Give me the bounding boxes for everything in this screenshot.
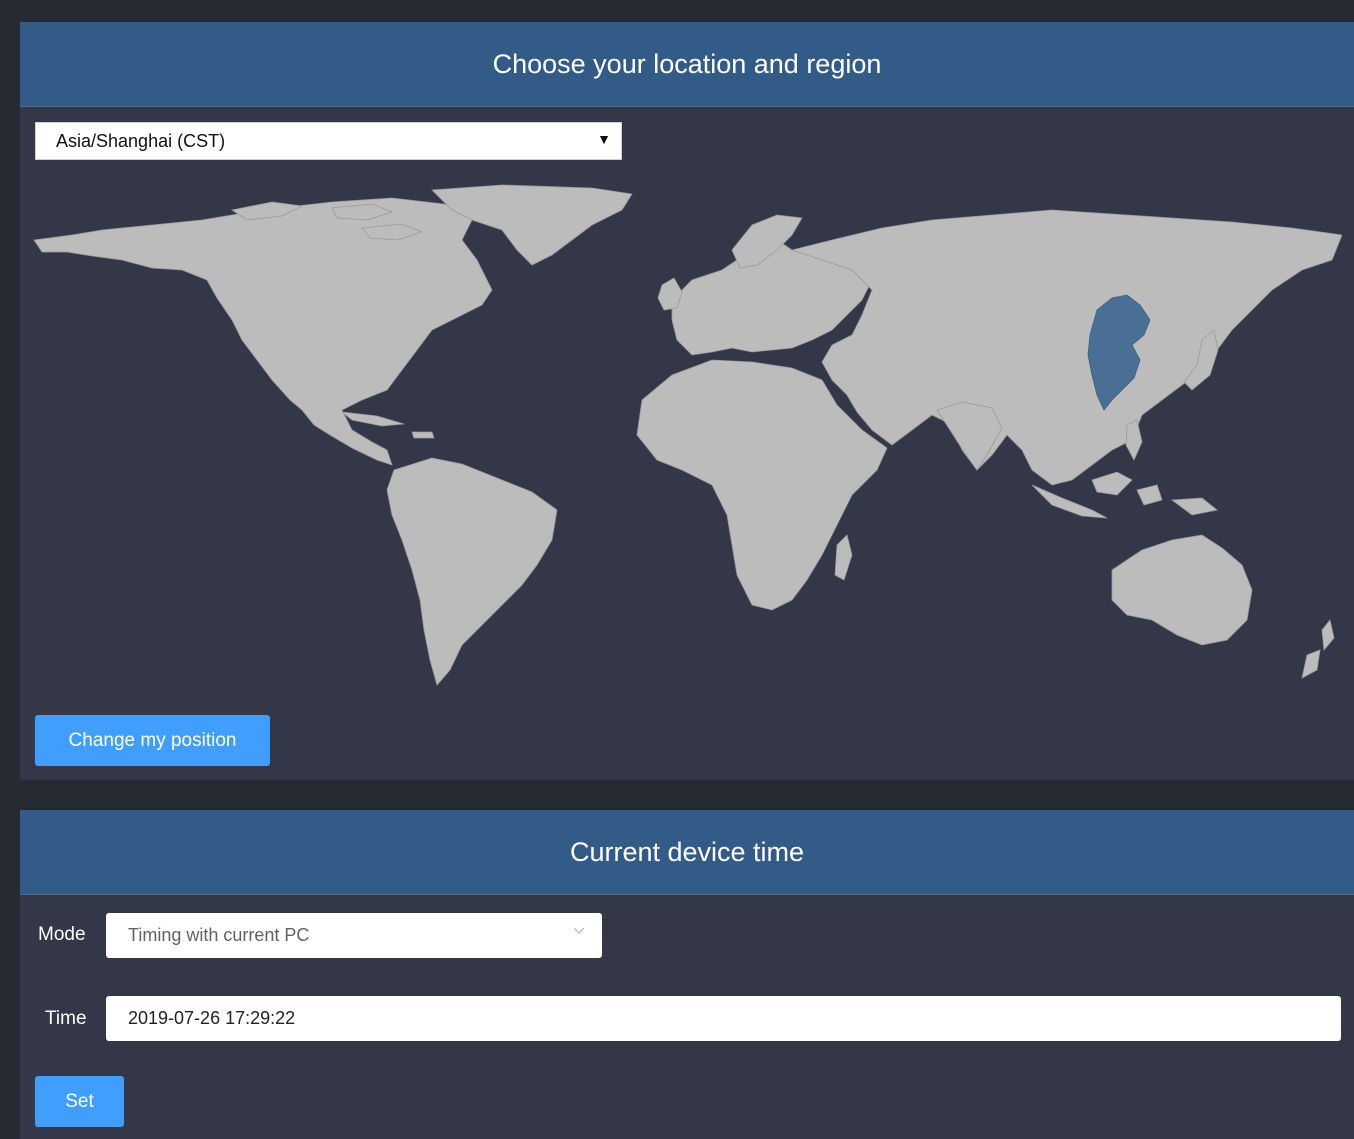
map-region-new-zealand xyxy=(1301,619,1335,679)
dropdown-arrow-icon: ▼ xyxy=(597,131,611,147)
time-panel-header: Current device time xyxy=(20,810,1354,895)
time-label: Time xyxy=(45,1008,87,1029)
world-map[interactable] xyxy=(32,180,1342,690)
time-input-value: 2019-07-26 17:29:22 xyxy=(128,1008,296,1028)
mode-select[interactable]: Timing with current PC xyxy=(106,913,602,958)
chevron-down-icon xyxy=(574,927,584,934)
time-input[interactable]: 2019-07-26 17:29:22 xyxy=(106,996,1341,1041)
map-region-australia xyxy=(1111,534,1253,646)
timezone-select[interactable]: Asia/Shanghai (CST) ▼ xyxy=(35,122,622,160)
mode-select-value: Timing with current PC xyxy=(128,925,310,945)
change-position-button[interactable]: Change my position xyxy=(35,715,270,766)
location-panel: Choose your location and region Asia/Sha… xyxy=(20,22,1354,780)
mode-label: Mode xyxy=(38,924,86,945)
timezone-select-value: Asia/Shanghai (CST) xyxy=(56,130,226,151)
time-panel: Current device time Mode Timing with cur… xyxy=(20,810,1354,1139)
map-region-north-america xyxy=(33,197,493,466)
map-region-india xyxy=(936,401,1003,471)
time-panel-title: Current device time xyxy=(569,836,805,867)
location-panel-title: Choose your location and region xyxy=(492,48,882,79)
map-region-philippines xyxy=(1125,419,1143,461)
set-button[interactable]: Set xyxy=(35,1076,124,1127)
map-region-madagascar xyxy=(834,534,853,581)
location-panel-header: Choose your location and region xyxy=(20,22,1354,107)
map-region-south-america xyxy=(386,457,558,686)
